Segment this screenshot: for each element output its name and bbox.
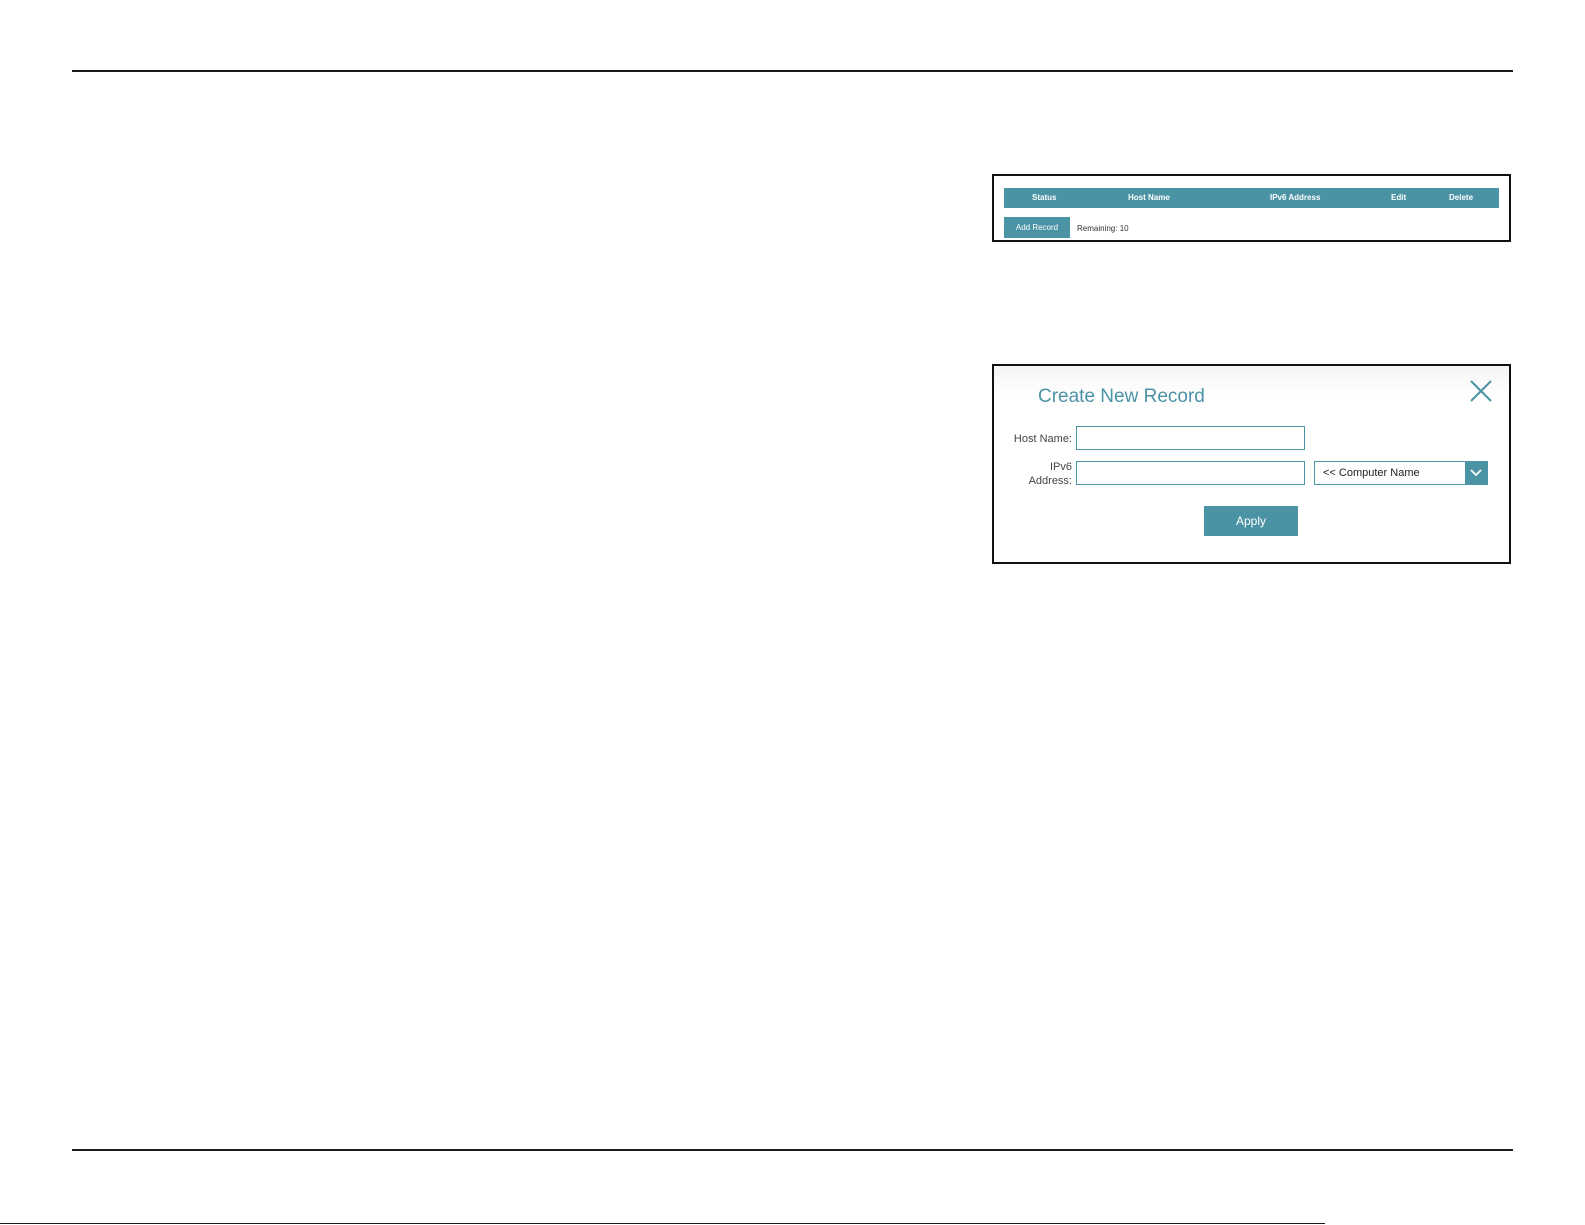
record-table-panel: Status Host Name IPv6 Address Edit Delet… — [992, 174, 1511, 242]
footer-line — [0, 1223, 1325, 1224]
column-header-host-name: Host Name — [1128, 193, 1170, 202]
host-name-label: Host Name: — [1013, 433, 1072, 445]
ipv6-address-label: IPv6 Address: — [1008, 460, 1072, 488]
close-icon[interactable] — [1468, 378, 1494, 404]
computer-name-select[interactable]: << Computer Name — [1314, 461, 1488, 485]
host-name-input[interactable] — [1076, 426, 1305, 450]
column-header-edit: Edit — [1391, 193, 1407, 202]
column-header-delete: Delete — [1449, 193, 1474, 202]
ipv6-label-line1: IPv6 — [1049, 461, 1072, 473]
table-header: Status Host Name IPv6 Address Edit Delet… — [1004, 188, 1499, 208]
create-record-dialog: Create New Record Host Name: IPv6 Addres… — [992, 364, 1511, 564]
column-header-status: Status — [1032, 193, 1057, 202]
column-header-ipv6-address: IPv6 Address — [1270, 193, 1321, 202]
computer-name-select-value: << Computer Name — [1323, 467, 1420, 479]
chevron-down-icon[interactable] — [1465, 462, 1487, 484]
dialog-title: Create New Record — [1038, 386, 1205, 407]
bottom-divider — [72, 1149, 1513, 1151]
ipv6-label-line2: Address: — [1028, 475, 1072, 487]
ipv6-address-input[interactable] — [1076, 461, 1305, 485]
apply-button[interactable]: Apply — [1204, 506, 1298, 536]
add-record-button[interactable]: Add Record — [1004, 217, 1070, 238]
remaining-count: Remaining: 10 — [1077, 224, 1129, 233]
top-divider — [72, 70, 1513, 72]
manual-page: Status Host Name IPv6 Address Edit Delet… — [0, 0, 1585, 1225]
